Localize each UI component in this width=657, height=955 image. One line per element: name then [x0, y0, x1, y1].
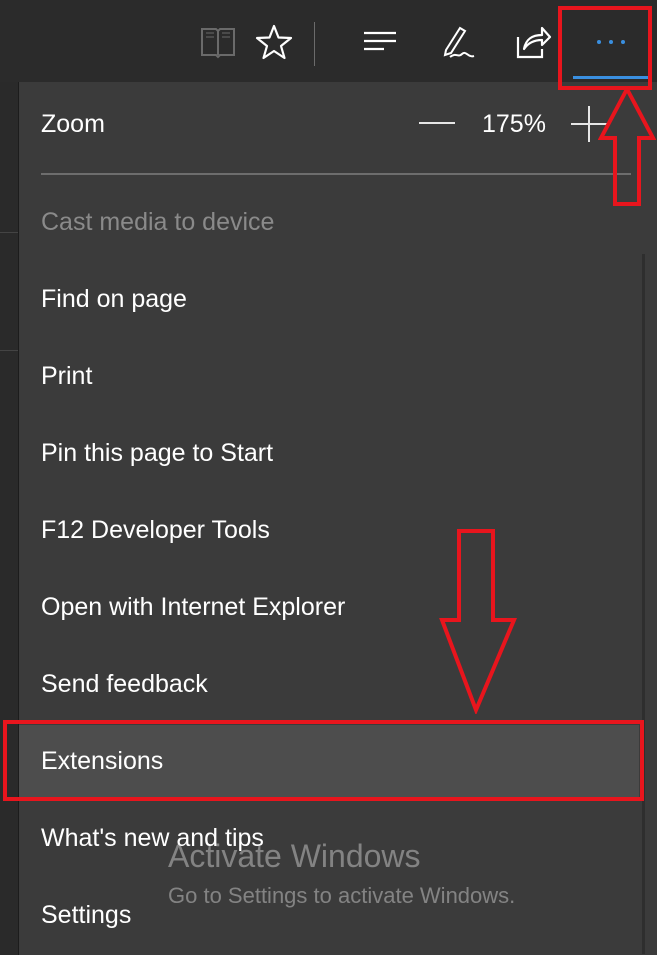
page-behind-menu: [0, 82, 18, 955]
highlight-box-extensions: [3, 720, 644, 801]
menu-item-cast-media: Cast media to device: [19, 186, 639, 262]
menu-item-label: Find on page: [41, 285, 187, 313]
page-divider: [0, 232, 18, 233]
menu-item-label: Open with Internet Explorer: [41, 593, 346, 621]
menu-item-label: Send feedback: [41, 670, 208, 698]
zoom-row: Zoom 175%: [19, 82, 639, 168]
menu-item-print[interactable]: Print: [19, 340, 639, 416]
more-actions-menu: Zoom 175% Cast media to device Find on p…: [18, 82, 657, 955]
arrow-up-annotation: [598, 86, 656, 206]
zoom-out-button[interactable]: [419, 122, 455, 124]
activate-windows-title: Activate Windows: [168, 838, 421, 874]
zoom-level: 175%: [482, 110, 546, 138]
page-divider: [0, 350, 18, 351]
highlight-box-more-button: [558, 6, 652, 90]
web-note-icon[interactable]: [436, 20, 480, 64]
hub-icon[interactable]: [358, 20, 402, 64]
favorite-star-icon[interactable]: [252, 20, 296, 64]
menu-item-label: Pin this page to Start: [41, 439, 274, 467]
activate-windows-subtitle: Go to Settings to activate Windows.: [168, 883, 516, 908]
menu-item-open-with-ie[interactable]: Open with Internet Explorer: [19, 571, 639, 647]
menu-item-label: Settings: [41, 901, 132, 929]
menu-item-f12-developer-tools[interactable]: F12 Developer Tools: [19, 494, 639, 570]
zoom-label: Zoom: [41, 110, 105, 138]
menu-item-pin-to-start[interactable]: Pin this page to Start: [19, 417, 639, 493]
menu-scrollbar[interactable]: [642, 254, 645, 954]
menu-item-find-on-page[interactable]: Find on page: [19, 263, 639, 339]
share-icon[interactable]: [510, 20, 554, 64]
menu-item-label: Cast media to device: [41, 208, 275, 236]
menu-item-label: Print: [41, 362, 93, 390]
reading-view-icon[interactable]: [196, 20, 240, 64]
toolbar-separator: [314, 22, 315, 66]
menu-divider: [41, 173, 631, 175]
menu-item-label: F12 Developer Tools: [41, 516, 270, 544]
arrow-down-annotation: [439, 529, 518, 714]
menu-item-send-feedback[interactable]: Send feedback: [19, 648, 639, 724]
